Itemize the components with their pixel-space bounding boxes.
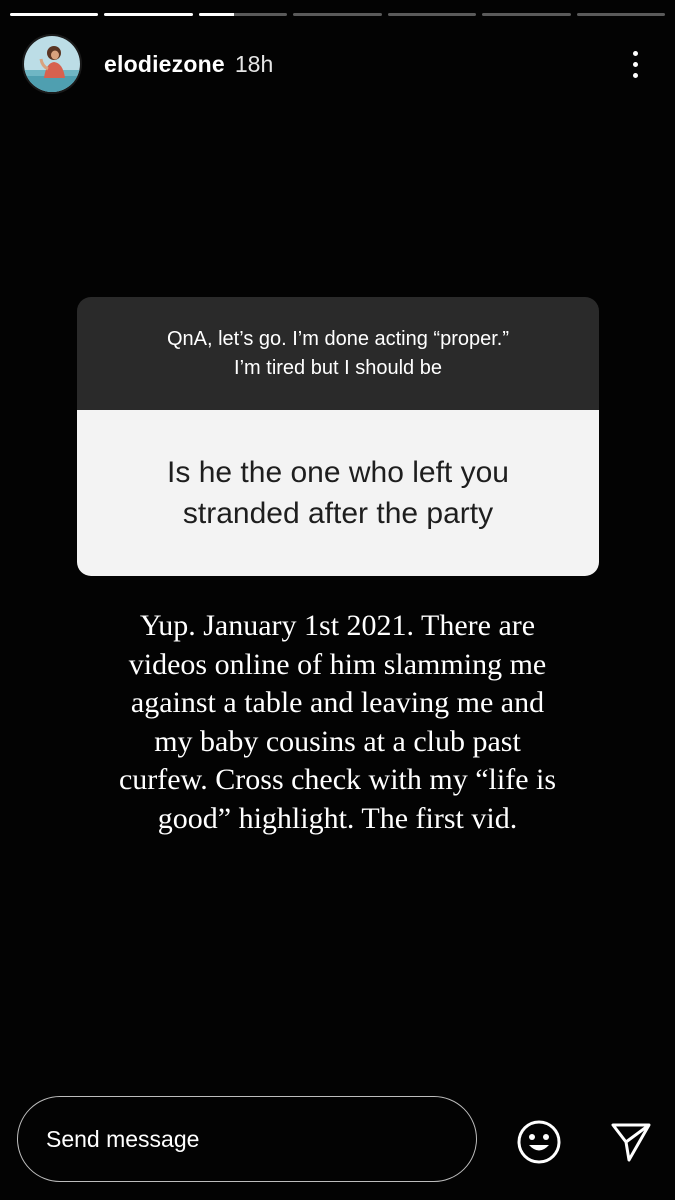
story-progress-bar [10,13,665,17]
qna-prompt-line: I’m tired but I should be [234,356,442,379]
qna-question: Is he the one who left you stranded afte… [77,410,599,576]
answer-line: against a table and leaving me and [130,686,545,719]
more-vertical-icon[interactable] [625,44,645,84]
qna-question-line: Is he the one who left you [167,456,509,489]
emoji-icon[interactable] [515,1118,563,1166]
progress-segment [10,13,99,16]
answer-line: videos online of him slamming me [128,647,547,681]
qna-prompt: QnA, let’s go. I’m done acting “proper.”… [77,297,599,410]
send-message-placeholder: Send message [46,1125,200,1152]
answer-line: Yup. January 1st 2021. There are [139,609,536,642]
story-timestamp: 18h [234,50,274,77]
qna-sticker: QnA, let’s go. I’m done acting “proper.”… [77,297,599,576]
story-footer: Send message [0,1090,675,1200]
username[interactable]: elodiezone [104,51,225,78]
send-message-input[interactable]: Send message [17,1096,477,1182]
qna-prompt-line: QnA, let’s go. I’m done acting “proper.” [166,327,510,350]
avatar[interactable] [22,34,82,94]
answer-line: curfew. Cross check with my “life is [118,763,557,796]
progress-segment [293,13,382,16]
story-header: elodiezone 18h [22,33,645,95]
send-icon[interactable] [609,1120,653,1164]
answer-line: my baby cousins at a club past [154,724,521,758]
story-answer-text: Yup. January 1st 2021. There are videos … [60,607,615,838]
progress-segment [576,13,665,16]
progress-segment [387,13,477,16]
progress-segment [104,13,193,16]
answer-line: good” highlight. The first vid. [157,801,518,835]
qna-question-line: stranded after the party [182,497,494,530]
progress-segment [198,13,288,16]
progress-segment [482,13,571,16]
